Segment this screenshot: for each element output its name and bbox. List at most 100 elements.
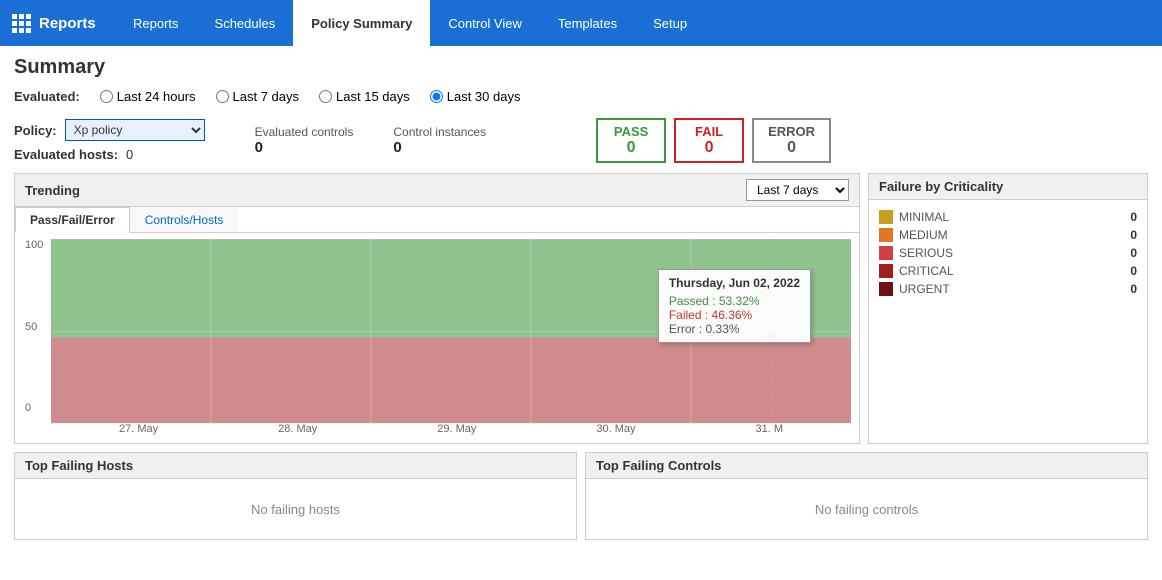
criticality-section: Failure by Criticality MINIMAL 0 MEDIUM …: [868, 173, 1148, 444]
tooltip-error-label: Error :: [669, 322, 702, 336]
badge-pass-count: 0: [612, 139, 650, 157]
x-label-27may: 27. May: [119, 423, 158, 435]
criticality-name-urgent: URGENT: [899, 282, 1124, 296]
top-failing-controls-content: No failing controls: [586, 479, 1147, 539]
trending-dropdown[interactable]: Last 7 days Last 15 days Last 30 days: [746, 179, 849, 201]
x-label-30may: 30. May: [596, 423, 635, 435]
sub-tab-controls-hosts[interactable]: Controls/Hosts: [130, 207, 239, 232]
criticality-item-urgent: URGENT 0: [879, 282, 1137, 296]
radio-7d[interactable]: Last 7 days: [216, 89, 300, 104]
radio-24h[interactable]: Last 24 hours: [100, 89, 196, 104]
criticality-count-urgent: 0: [1130, 282, 1137, 296]
criticality-color-critical: [879, 264, 893, 278]
evaluated-hosts-label: Evaluated hosts:: [14, 147, 118, 162]
policy-stats: Evaluated controls 0 Control instances 0: [255, 125, 486, 156]
tooltip-passed-value: 53.32%: [719, 294, 760, 308]
tooltip-failed-value: 46.36%: [712, 308, 753, 322]
radio-input-7d[interactable]: [216, 90, 229, 103]
trending-title: Trending: [25, 183, 80, 198]
criticality-content: MINIMAL 0 MEDIUM 0 SERIOUS 0 CRITICAL 0: [869, 200, 1147, 310]
x-label-29may: 29. May: [437, 423, 476, 435]
tooltip-failed-label: Failed :: [669, 308, 708, 322]
badge-error-label: ERROR: [768, 124, 815, 139]
tab-setup[interactable]: Setup: [635, 0, 705, 46]
criticality-color-minimal: [879, 210, 893, 224]
tooltip-passed: Passed : 53.32%: [669, 294, 800, 308]
evaluated-row: Evaluated: Last 24 hours Last 7 days Las…: [14, 89, 1148, 104]
top-failing-hosts-header: Top Failing Hosts: [15, 453, 576, 479]
badge-error-count: 0: [768, 139, 815, 157]
badge-fail-count: 0: [690, 139, 728, 157]
radio-input-15d[interactable]: [319, 90, 332, 103]
trending-period-select[interactable]: Last 7 days Last 15 days Last 30 days: [746, 179, 849, 201]
criticality-name-critical: CRITICAL: [899, 264, 1124, 278]
top-failing-controls-panel: Top Failing Controls No failing controls: [585, 452, 1148, 540]
criticality-item-medium: MEDIUM 0: [879, 228, 1137, 242]
page-title: Summary: [14, 56, 1148, 79]
criticality-color-urgent: [879, 282, 893, 296]
stat-evaluated-controls-label: Evaluated controls: [255, 125, 354, 139]
nav-tabs: Reports Schedules Policy Summary Control…: [115, 0, 705, 46]
brand-logo[interactable]: Reports: [0, 0, 115, 46]
brand-label: Reports: [39, 15, 96, 32]
stat-control-instances-value: 0: [393, 139, 401, 156]
stat-evaluated-controls-value: 0: [255, 139, 263, 156]
x-axis: 27. May 28. May 29. May 30. May 31. M: [51, 423, 851, 435]
evaluated-hosts-field: Evaluated hosts: 0: [14, 147, 205, 162]
radio-label-30d: Last 30 days: [447, 89, 521, 104]
y-label-0: 0: [25, 402, 43, 414]
top-failing-hosts-content: No failing hosts: [15, 479, 576, 539]
top-failing-hosts-title: Top Failing Hosts: [25, 458, 133, 473]
top-failing-controls-title: Top Failing Controls: [596, 458, 721, 473]
sub-tabs: Pass/Fail/Error Controls/Hosts: [15, 207, 859, 233]
radio-label-15d: Last 15 days: [336, 89, 410, 104]
page-content: Summary Evaluated: Last 24 hours Last 7 …: [0, 46, 1162, 550]
tooltip-error-value: 0.33%: [706, 322, 740, 336]
evaluated-label: Evaluated:: [14, 89, 80, 104]
top-nav-bar: Reports Reports Schedules Policy Summary…: [0, 0, 1162, 46]
sections-row: Trending Last 7 days Last 15 days Last 3…: [14, 173, 1148, 444]
criticality-title: Failure by Criticality: [879, 179, 1003, 194]
chart-container: 100 50 0: [15, 233, 859, 443]
radio-label-24h: Last 24 hours: [117, 89, 196, 104]
policy-left: Policy: Xp policy Evaluated hosts: 0: [14, 119, 205, 162]
criticality-name-serious: SERIOUS: [899, 246, 1124, 260]
stat-control-instances-label: Control instances: [393, 125, 486, 139]
radio-label-7d: Last 7 days: [233, 89, 300, 104]
policy-label: Policy:: [14, 123, 57, 138]
trending-header: Trending Last 7 days Last 15 days Last 3…: [15, 174, 859, 207]
tab-policy-summary[interactable]: Policy Summary: [293, 0, 430, 46]
bottom-panels: Top Failing Hosts No failing hosts Top F…: [14, 452, 1148, 540]
criticality-count-minimal: 0: [1130, 210, 1137, 224]
grid-icon: [12, 14, 31, 33]
tooltip-passed-label: Passed :: [669, 294, 716, 308]
criticality-item-minimal: MINIMAL 0: [879, 210, 1137, 224]
policy-field: Policy: Xp policy: [14, 119, 205, 141]
radio-input-24h[interactable]: [100, 90, 113, 103]
radio-30d[interactable]: Last 30 days: [430, 89, 521, 104]
criticality-item-serious: SERIOUS 0: [879, 246, 1137, 260]
tab-schedules[interactable]: Schedules: [197, 0, 294, 46]
policy-select[interactable]: Xp policy: [65, 119, 205, 141]
tab-control-view[interactable]: Control View: [430, 0, 539, 46]
tab-templates[interactable]: Templates: [540, 0, 635, 46]
radio-15d[interactable]: Last 15 days: [319, 89, 410, 104]
top-failing-controls-empty: No failing controls: [815, 502, 918, 517]
y-label-100: 100: [25, 239, 43, 251]
stat-control-instances: Control instances 0: [393, 125, 486, 156]
top-failing-hosts-empty: No failing hosts: [251, 502, 340, 517]
tooltip-date: Thursday, Jun 02, 2022: [669, 276, 800, 290]
stat-evaluated-controls: Evaluated controls 0: [255, 125, 354, 156]
tab-reports[interactable]: Reports: [115, 0, 197, 46]
x-label-31may: 31. M: [755, 423, 783, 435]
criticality-name-minimal: MINIMAL: [899, 210, 1124, 224]
policy-select-wrapper: Xp policy: [65, 119, 205, 141]
criticality-count-serious: 0: [1130, 246, 1137, 260]
criticality-count-critical: 0: [1130, 264, 1137, 278]
criticality-item-critical: CRITICAL 0: [879, 264, 1137, 278]
criticality-count-medium: 0: [1130, 228, 1137, 242]
sub-tab-pass-fail-error[interactable]: Pass/Fail/Error: [15, 207, 130, 233]
badge-fail: FAIL 0: [674, 118, 744, 163]
criticality-name-medium: MEDIUM: [899, 228, 1124, 242]
radio-input-30d[interactable]: [430, 90, 443, 103]
